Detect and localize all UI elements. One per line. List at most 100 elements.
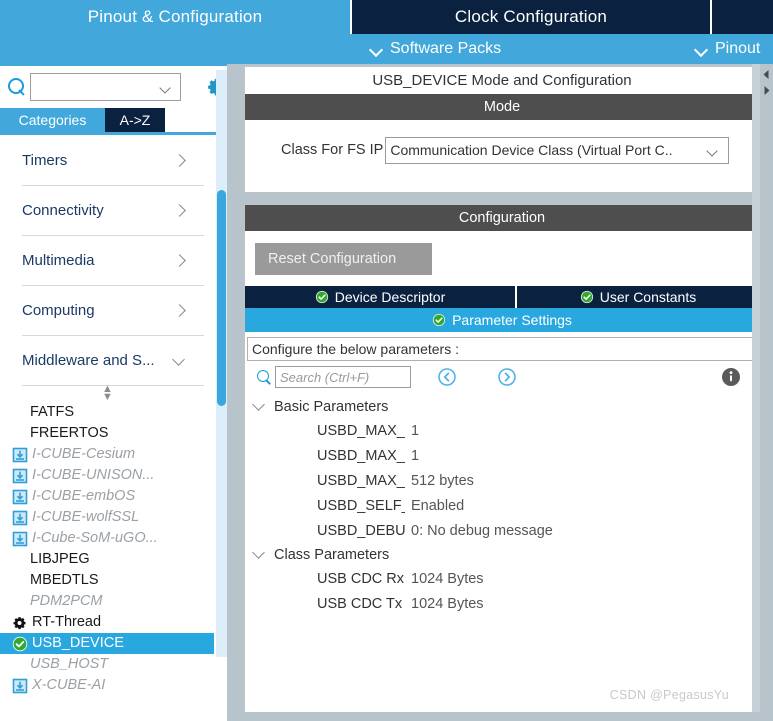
sidebar-resize-grip[interactable]: ▲ ▼	[0, 384, 214, 403]
sidebar-item-mbedtls-label: MBEDTLS	[30, 572, 99, 588]
main-panel-inner: USB_DEVICE Mode and Configuration Mode C…	[244, 66, 760, 721]
reset-configuration-button[interactable]: Reset Configuration	[255, 242, 432, 275]
param-name: USBD_MAX_NUM_INTE...	[317, 422, 405, 439]
param-name: USBD_MAX_NUM_CON...	[317, 447, 405, 464]
chevron-right-icon	[174, 305, 186, 317]
bottom-strip	[236, 712, 760, 721]
param-row-usbd-self-powered[interactable]: USBD_SELF_POWERE... Enabled	[245, 493, 759, 518]
app-root: Pinout & Configuration Clock Configurati…	[0, 0, 773, 721]
sidebar-item-usb-host-label: USB_HOST	[30, 656, 109, 672]
sidebar-tab-categories[interactable]: Categories	[0, 108, 105, 132]
param-name: USBD_DEBUG_LEVEL ...	[317, 522, 405, 539]
sidebar-item-i-cube-embos[interactable]: I-CUBE-embOS	[0, 486, 214, 507]
sidebar-item-multimedia[interactable]: Multimedia	[22, 236, 204, 286]
tab-pinout-configuration[interactable]: Pinout & Configuration	[0, 0, 350, 34]
sidebar-item-i-cube-som-ugo[interactable]: I-Cube-SoM-uGO...	[0, 528, 214, 549]
sidebar-item-usb-device[interactable]: USB_DEVICE	[0, 633, 214, 654]
sidebar: Categories A->Z Timers Connectivity Mult…	[0, 64, 236, 721]
configuration-tab-strip: Device Descriptor User Constants	[245, 286, 759, 308]
tab-device-descriptor[interactable]: Device Descriptor	[245, 286, 515, 308]
tab-user-constants-label: User Constants	[599, 289, 697, 305]
sidebar-item-i-cube-wolfssl-label: I-CUBE-wolfSSL	[32, 509, 140, 525]
param-row-usbd-max-num-configuration[interactable]: USBD_MAX_NUM_CON... 1	[245, 443, 759, 468]
sidebar-scrollbar-thumb[interactable]	[217, 190, 226, 406]
param-name: USBD_MAX_STR_DES...	[317, 472, 405, 489]
sidebar-item-i-cube-unison[interactable]: I-CUBE-UNISON...	[0, 465, 214, 486]
sidebar-tab-categories-label: Categories	[18, 112, 87, 128]
sidebar-search-combo[interactable]	[30, 73, 181, 101]
param-row-usbd-max-num-interfaces[interactable]: USBD_MAX_NUM_INTE... 1	[245, 418, 759, 443]
menu-software-packs[interactable]: Software Packs	[370, 40, 501, 58]
info-icon[interactable]	[721, 367, 741, 387]
main-panel-scroll-gutter[interactable]	[752, 64, 760, 721]
tab-user-constants[interactable]: User Constants	[517, 286, 759, 308]
sidebar-item-x-cube-ai[interactable]: X-CUBE-AI	[0, 675, 214, 696]
sidebar-category-list: Timers Connectivity Multimedia Computing…	[0, 136, 214, 721]
circle-chevron-left-icon[interactable]	[437, 367, 457, 387]
chevron-down-icon	[254, 400, 266, 412]
tab-clock-configuration[interactable]: Clock Configuration	[352, 0, 710, 34]
mode-section-header: Mode	[245, 94, 759, 120]
sidebar-item-middleware[interactable]: Middleware and S...	[22, 336, 204, 386]
tab-pinout-configuration-label: Pinout & Configuration	[87, 7, 263, 26]
mode-card: USB_DEVICE Mode and Configuration Mode C…	[244, 66, 760, 193]
sidebar-item-fatfs[interactable]: FATFS	[0, 402, 214, 423]
param-group-basic-parameters[interactable]: Basic Parameters	[245, 395, 759, 418]
tab-parameter-settings-label: Parameter Settings	[452, 312, 572, 328]
param-row-usb-cdc-rx-buffer-size[interactable]: USB CDC Rx Buffer Size 1024 Bytes	[245, 566, 759, 591]
scroll-left-arrow-icon[interactable]	[760, 68, 773, 81]
param-value: 1024 Bytes	[411, 570, 484, 587]
sidebar-middleware-list: FATFS FREERTOS I-CUBE-Cesium I-CUBE-UNIS…	[0, 402, 214, 696]
chevron-down-icon	[174, 355, 186, 367]
download-pack-icon	[12, 489, 28, 505]
right-edge-scrollbar[interactable]	[760, 64, 773, 721]
sidebar-item-i-cube-wolfssl[interactable]: I-CUBE-wolfSSL	[0, 507, 214, 528]
param-value: Enabled	[411, 497, 465, 514]
chevron-down-icon[interactable]	[161, 84, 172, 91]
tab-third-partial[interactable]	[712, 0, 773, 34]
sidebar-view-tabs: Categories A->Z	[0, 108, 236, 132]
chevron-right-icon	[174, 205, 186, 217]
sidebar-item-usb-host[interactable]: USB_HOST	[0, 654, 214, 675]
mode-section-header-label: Mode	[483, 99, 521, 115]
class-for-fs-ip-select[interactable]: Communication Device Class (Virtual Port…	[385, 136, 730, 164]
scroll-right-arrow-icon[interactable]	[760, 84, 773, 97]
chevron-down-icon[interactable]	[708, 147, 719, 154]
param-group-class-parameters[interactable]: Class Parameters	[245, 543, 759, 566]
check-ok-icon	[315, 290, 329, 304]
parameter-search-box[interactable]	[275, 366, 411, 388]
sidebar-item-connectivity[interactable]: Connectivity	[22, 186, 204, 236]
sidebar-item-rt-thread-label: RT-Thread	[32, 614, 102, 630]
sidebar-item-i-cube-cesium[interactable]: I-CUBE-Cesium	[0, 444, 214, 465]
param-value: 1	[411, 422, 420, 439]
configure-hint: Configure the below parameters :	[247, 337, 757, 361]
param-row-usbd-max-str-desc[interactable]: USBD_MAX_STR_DES... 512 bytes	[245, 468, 759, 493]
sidebar-item-timers[interactable]: Timers	[22, 136, 204, 186]
sidebar-item-multimedia-label: Multimedia	[22, 252, 95, 269]
sidebar-item-pdm2pcm[interactable]: PDM2PCM	[0, 591, 214, 612]
sidebar-item-connectivity-label: Connectivity	[22, 202, 104, 219]
menu-pinout-label: Pinout	[715, 40, 761, 57]
sidebar-tab-az-label: A->Z	[119, 112, 151, 128]
param-row-usbd-debug-level[interactable]: USBD_DEBUG_LEVEL ... 0: No debug message	[245, 518, 759, 543]
check-ok-icon	[580, 290, 594, 304]
sidebar-item-freertos[interactable]: FREERTOS	[0, 423, 214, 444]
chevron-right-icon	[174, 155, 186, 167]
tab-parameter-settings[interactable]: Parameter Settings	[245, 308, 759, 332]
sidebar-item-computing-label: Computing	[22, 302, 95, 319]
circle-chevron-right-icon[interactable]	[497, 367, 517, 387]
sidebar-item-rt-thread[interactable]: RT-Thread	[0, 612, 214, 633]
sidebar-item-freertos-label: FREERTOS	[30, 425, 109, 441]
parameter-search-input[interactable]	[276, 367, 410, 387]
mode-field-row: Class For FS IP Communication Device Cla…	[245, 120, 759, 180]
sidebar-tab-az[interactable]: A->Z	[105, 108, 165, 132]
sidebar-item-mbedtls[interactable]: MBEDTLS	[0, 570, 214, 591]
param-name: USB CDC Rx Buffer Size	[317, 570, 405, 587]
sidebar-search-input[interactable]	[31, 75, 157, 99]
param-value: 1024 Bytes	[411, 595, 484, 612]
sidebar-item-computing[interactable]: Computing	[22, 286, 204, 336]
param-row-usb-cdc-tx-buffer-size[interactable]: USB CDC Tx Buffer Size 1024 Bytes	[245, 591, 759, 616]
page-title-label: USB_DEVICE Mode and Configuration	[372, 72, 632, 89]
sidebar-item-libjpeg[interactable]: LIBJPEG	[0, 549, 214, 570]
menu-pinout[interactable]: Pinout	[695, 40, 760, 58]
